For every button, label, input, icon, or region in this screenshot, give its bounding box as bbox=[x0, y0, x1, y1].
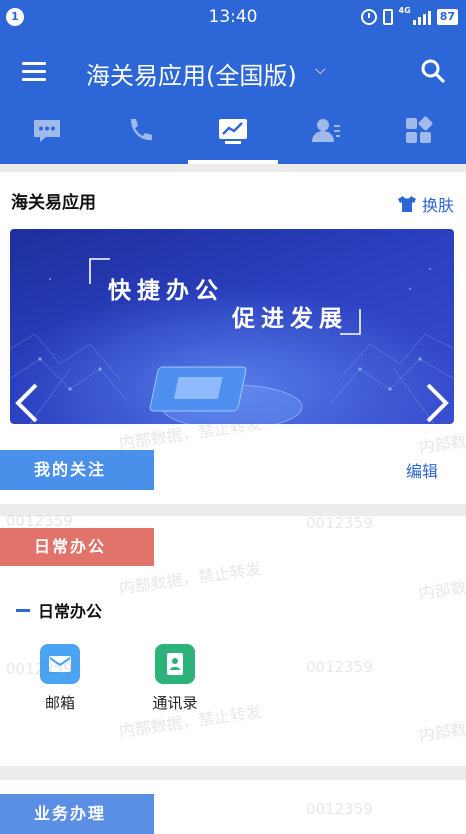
chevron-down-icon[interactable]: ⌵ bbox=[315, 62, 326, 78]
daily-office-tag: 日常办公 bbox=[0, 528, 154, 566]
subsection-marker bbox=[16, 608, 30, 612]
banner-headline-2: 促进发展 bbox=[232, 306, 348, 332]
promo-banner[interactable]: 快捷办公 促进发展 bbox=[10, 229, 454, 424]
banner-headline-1: 快捷办公 bbox=[108, 278, 224, 304]
tab-dashboard[interactable] bbox=[186, 112, 279, 164]
banner-next-arrow-icon[interactable] bbox=[424, 381, 450, 424]
apps-grid-icon bbox=[406, 116, 433, 143]
mail-icon bbox=[40, 644, 80, 684]
status-bar: 1 13:40 4G 87 bbox=[0, 0, 466, 34]
tab-calls[interactable] bbox=[93, 112, 186, 164]
apps-card: 海关易应用 换肤 快捷办公 促进发展 我的关注 编辑 bbox=[0, 172, 466, 504]
daily-office-subsection: 日常办公 bbox=[16, 598, 102, 622]
search-icon[interactable] bbox=[420, 58, 446, 84]
business-tag: 业务办理 bbox=[0, 794, 154, 834]
business-card: 业务办理 bbox=[0, 780, 466, 834]
tab-messages[interactable] bbox=[0, 112, 93, 164]
dashboard-icon bbox=[219, 119, 247, 144]
message-icon bbox=[33, 120, 60, 142]
menu-icon[interactable] bbox=[22, 62, 46, 82]
phone-icon bbox=[130, 119, 152, 141]
tab-contacts[interactable] bbox=[280, 112, 373, 164]
tab-apps[interactable] bbox=[373, 112, 466, 164]
address-book-icon bbox=[155, 644, 195, 684]
app-title[interactable]: 海关易应用(全国版) bbox=[86, 56, 297, 91]
signal-icon bbox=[412, 9, 431, 25]
battery-level: 87 bbox=[436, 9, 458, 25]
shirt-icon bbox=[397, 196, 416, 212]
app-mail-label: 邮箱 bbox=[44, 694, 75, 712]
change-skin-button[interactable]: 换肤 bbox=[397, 192, 454, 216]
change-skin-label: 换肤 bbox=[421, 196, 454, 215]
vibrate-icon bbox=[382, 9, 393, 25]
contacts-icon bbox=[312, 119, 341, 142]
banner-prev-arrow-icon[interactable] bbox=[14, 381, 40, 424]
app-mail[interactable]: 邮箱 bbox=[15, 644, 105, 713]
subsection-title: 日常办公 bbox=[38, 602, 103, 621]
edit-button[interactable]: 编辑 bbox=[406, 458, 438, 482]
section-title: 海关易应用 bbox=[11, 193, 96, 213]
network-type-label: 4G bbox=[398, 6, 411, 15]
my-follows-tag: 我的关注 bbox=[0, 450, 154, 490]
app-header: 海关易应用(全国版) ⌵ bbox=[0, 34, 466, 164]
alarm-icon bbox=[360, 9, 377, 25]
app-address-book[interactable]: 通讯录 bbox=[130, 644, 220, 713]
status-icons: 4G 87 bbox=[360, 6, 458, 27]
app-address-book-label: 通讯录 bbox=[152, 694, 198, 712]
daily-office-card: 日常办公 日常办公 邮箱 通讯录 bbox=[0, 516, 466, 766]
tab-bar bbox=[0, 112, 466, 164]
